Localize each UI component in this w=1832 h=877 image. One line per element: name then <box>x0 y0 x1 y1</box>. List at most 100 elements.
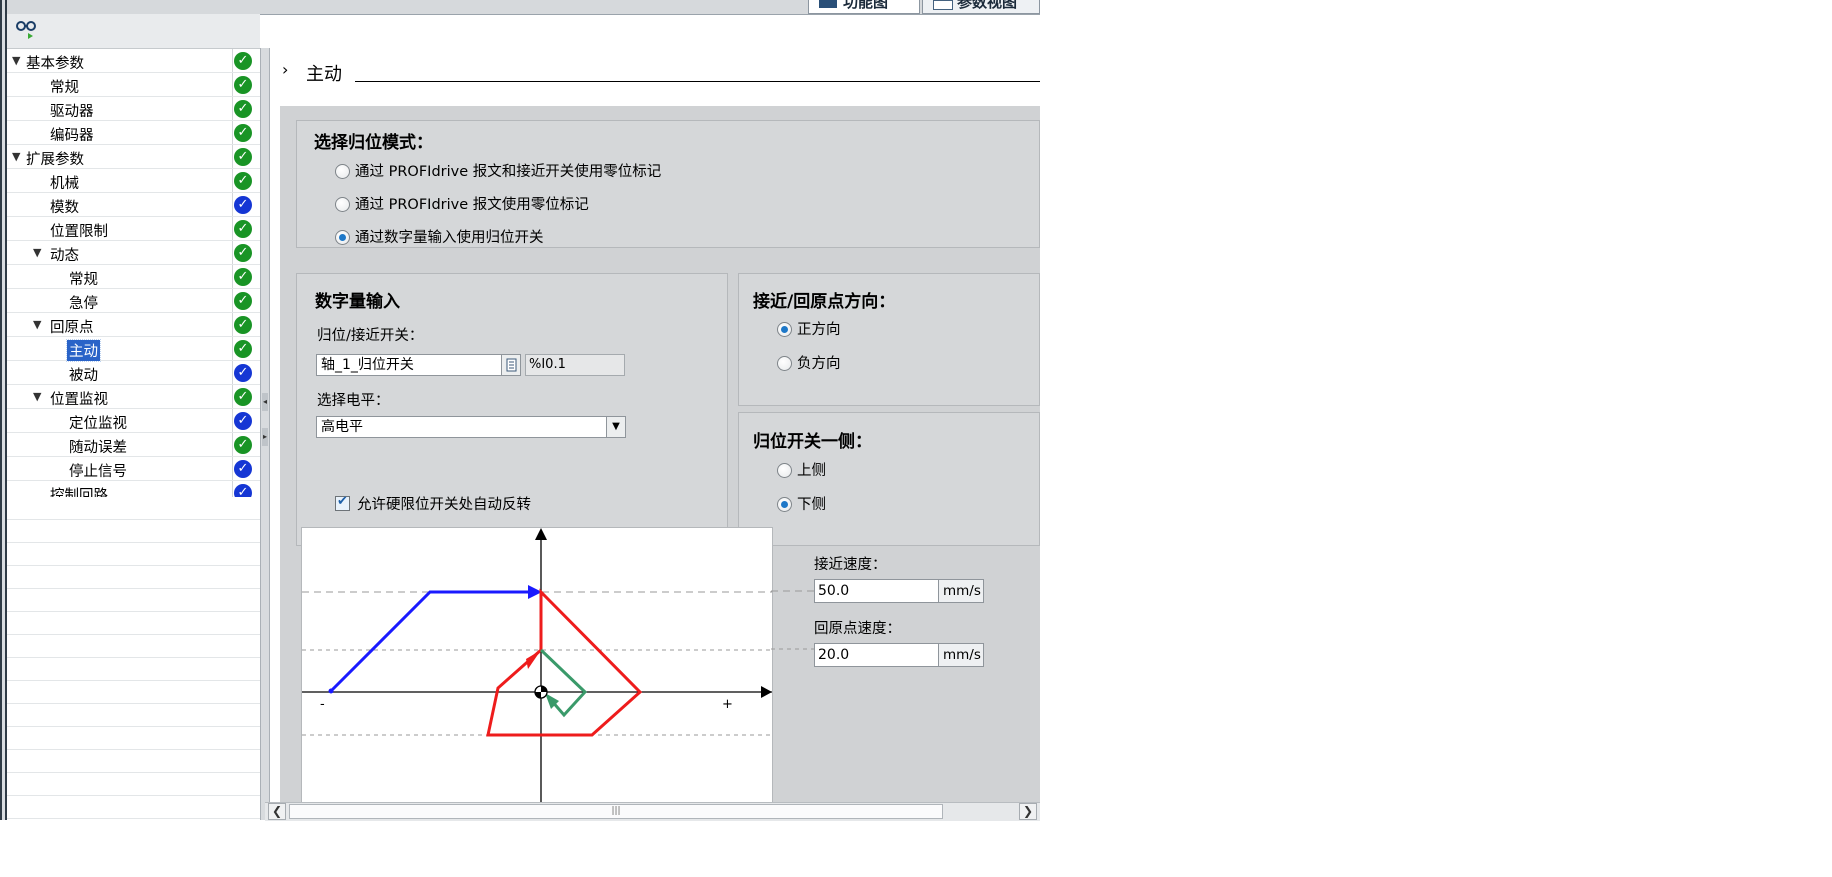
tree-item-label: 位置监视 <box>50 392 108 408</box>
status-info-icon: ✓ <box>234 196 252 214</box>
radio-button[interactable] <box>777 356 792 371</box>
approach-speed-label: 接近速度： <box>814 557 887 573</box>
expand-arrow-icon[interactable]: ▼ <box>12 150 20 163</box>
tree-item[interactable]: 位置限制 ✓ <box>7 217 260 241</box>
homing-speed-value[interactable]: 20.0 <box>818 647 849 663</box>
direction-group: 接近/回原点方向： 正方向 负方向 <box>738 273 1040 406</box>
scroll-thumb[interactable]: ||| <box>289 804 943 819</box>
direction-title: 接近/回原点方向： <box>753 292 896 312</box>
tree-item-label: 随动误差 <box>69 440 127 456</box>
radio-button-selected[interactable] <box>335 230 350 245</box>
radio-button[interactable] <box>777 463 792 478</box>
scroll-left-icon[interactable]: ❮ <box>268 803 286 820</box>
list-icon <box>506 358 517 372</box>
tree-item[interactable]: 急停 ✓ <box>7 289 260 313</box>
plus-label: + <box>722 697 733 712</box>
status-ok-icon: ✓ <box>234 124 252 142</box>
homing-speed-field[interactable]: 20.0 mm/s <box>814 643 984 667</box>
tree-item-label: 被动 <box>69 368 98 384</box>
chevron-down-icon[interactable]: ▼ <box>606 417 625 437</box>
direction-positive[interactable]: 正方向 <box>777 318 841 339</box>
tree-item[interactable]: 机械 ✓ <box>7 169 260 193</box>
status-ok-icon: ✓ <box>234 436 252 454</box>
panel-splitter[interactable]: ◂ ▸ <box>260 48 270 820</box>
status-ok-icon: ✓ <box>234 172 252 190</box>
direction-negative[interactable]: 负方向 <box>777 352 841 373</box>
switch-side-lower[interactable]: 下侧 <box>777 493 826 514</box>
expand-arrow-icon[interactable]: ▼ <box>33 390 41 403</box>
homing-mode-group: 选择归位模式： 通过 PROFIdrive 报文和接近开关使用零位标记 通过 P… <box>296 120 1040 248</box>
section-chevron-icon[interactable]: › <box>282 60 288 79</box>
tree-item[interactable]: ▼ 基本参数 ✓ <box>7 49 260 73</box>
status-info-icon: ✓ <box>234 412 252 430</box>
radio-button[interactable] <box>335 197 350 212</box>
approach-path <box>329 590 536 693</box>
status-ok-icon: ✓ <box>234 292 252 310</box>
expand-right-icon[interactable]: ▸ <box>262 428 268 446</box>
approach-speed-value[interactable]: 50.0 <box>818 583 849 599</box>
level-label: 选择电平： <box>317 393 390 409</box>
tree-item-label: 常规 <box>50 80 79 96</box>
homing-switch-input[interactable]: 轴_1_归位开关 <box>316 354 502 376</box>
radio-button-selected[interactable] <box>777 497 792 512</box>
digital-input-group: 数字量输入 归位/接近开关： 轴_1_归位开关 %I0.1 选择电平： 高电平 … <box>296 273 728 546</box>
tree-item[interactable]: 随动误差 ✓ <box>7 433 260 457</box>
tag-browse-button[interactable] <box>501 354 521 376</box>
expand-arrow-icon[interactable]: ▼ <box>33 318 41 331</box>
settings-area: 选择归位模式： 通过 PROFIdrive 报文和接近开关使用零位标记 通过 P… <box>280 106 1040 802</box>
glasses-icon[interactable] <box>15 20 37 40</box>
tab-label: 参数视图 <box>957 0 1018 11</box>
velocity-axis-arrow <box>535 528 547 540</box>
tree-item[interactable]: 主动 ✓ <box>7 337 260 362</box>
homing-mode-option-3[interactable]: 通过数字量输入使用归位开关 <box>335 226 544 247</box>
tree-item[interactable]: 停止信号 ✓ <box>7 457 260 481</box>
tree-item[interactable]: 常规 ✓ <box>7 265 260 289</box>
radio-button[interactable] <box>335 164 350 179</box>
minus-label: - <box>320 697 325 712</box>
auto-reverse-checkbox[interactable] <box>335 494 350 511</box>
scroll-right-icon[interactable]: ❯ <box>1019 803 1037 820</box>
approach-speed-field[interactable]: 50.0 mm/s <box>814 579 984 603</box>
approach-speed-unit: mm/s <box>938 580 983 602</box>
tree-item[interactable]: ▼ 扩展参数 ✓ <box>7 145 260 169</box>
status-ok-icon: ✓ <box>234 388 252 406</box>
tab-parameter-view[interactable]: 参数视图 <box>922 0 1040 14</box>
tree-item-label: 回原点 <box>50 320 94 336</box>
homing-mode-option-1[interactable]: 通过 PROFIdrive 报文和接近开关使用零位标记 <box>335 160 661 181</box>
content-pane: › 主动 选择归位模式： 通过 PROFIdrive 报文和接近开关使用零位标记… <box>270 48 1040 802</box>
tree-item[interactable]: 常规 ✓ <box>7 73 260 97</box>
expand-arrow-icon[interactable]: ▼ <box>33 246 41 259</box>
tab-function-view[interactable]: 功能图 <box>808 0 920 14</box>
switch-address: %I0.1 <box>525 354 625 376</box>
radio-button-selected[interactable] <box>777 322 792 337</box>
title-strip: 功能图 参数视图 <box>0 0 1040 15</box>
tree-item[interactable]: ▼ 动态 ✓ <box>7 241 260 265</box>
option-label: 负方向 <box>797 356 841 372</box>
start-point <box>328 688 334 694</box>
homing-mode-option-2[interactable]: 通过 PROFIdrive 报文使用零位标记 <box>335 193 589 214</box>
tree-item-label: 主动 <box>66 339 101 362</box>
tree-item[interactable]: 定位监视 ✓ <box>7 409 260 433</box>
switch-side-upper[interactable]: 上侧 <box>777 459 826 480</box>
tree-item[interactable]: ▼ 位置监视 ✓ <box>7 385 260 409</box>
reverse-arrow <box>526 650 541 669</box>
collapse-left-icon[interactable]: ◂ <box>262 393 268 411</box>
section-header: › 主动 <box>270 48 1040 106</box>
status-ok-icon: ✓ <box>234 268 252 286</box>
tree-item[interactable]: 被动 ✓ <box>7 361 260 385</box>
status-ok-icon: ✓ <box>234 316 252 334</box>
tree-item[interactable]: 驱动器 ✓ <box>7 97 260 121</box>
window-left-border <box>0 0 7 820</box>
tree-item[interactable]: ▼ 回原点 ✓ <box>7 313 260 337</box>
navigation-tree-panel: ▼ 基本参数 ✓ 常规 ✓ 驱动器 ✓ 编码器 ✓ ▼ 扩展参数 ✓ 机械 ✓ 模数 ✓ 位置限制 ✓ ▼ 动态 ✓ 常规… <box>7 14 260 820</box>
level-select[interactable]: 高电平 ▼ <box>316 416 626 438</box>
parameter-tree: ▼ 基本参数 ✓ 常规 ✓ 驱动器 ✓ 编码器 ✓ ▼ 扩展参数 ✓ 机械 ✓ 模数 ✓ 位置限制 ✓ ▼ 动态 ✓ 常规… <box>7 49 260 505</box>
tree-item-label: 位置限制 <box>50 224 108 240</box>
tree-item[interactable]: 模数 ✓ <box>7 193 260 217</box>
tree-item[interactable]: 编码器 ✓ <box>7 121 260 145</box>
tree-item-label: 停止信号 <box>69 464 127 480</box>
horizontal-scrollbar[interactable]: ❮ ||| ❯ <box>265 802 1040 821</box>
status-ok-icon: ✓ <box>234 148 252 166</box>
expand-arrow-icon[interactable]: ▼ <box>12 54 20 67</box>
status-ok-icon: ✓ <box>234 244 252 262</box>
